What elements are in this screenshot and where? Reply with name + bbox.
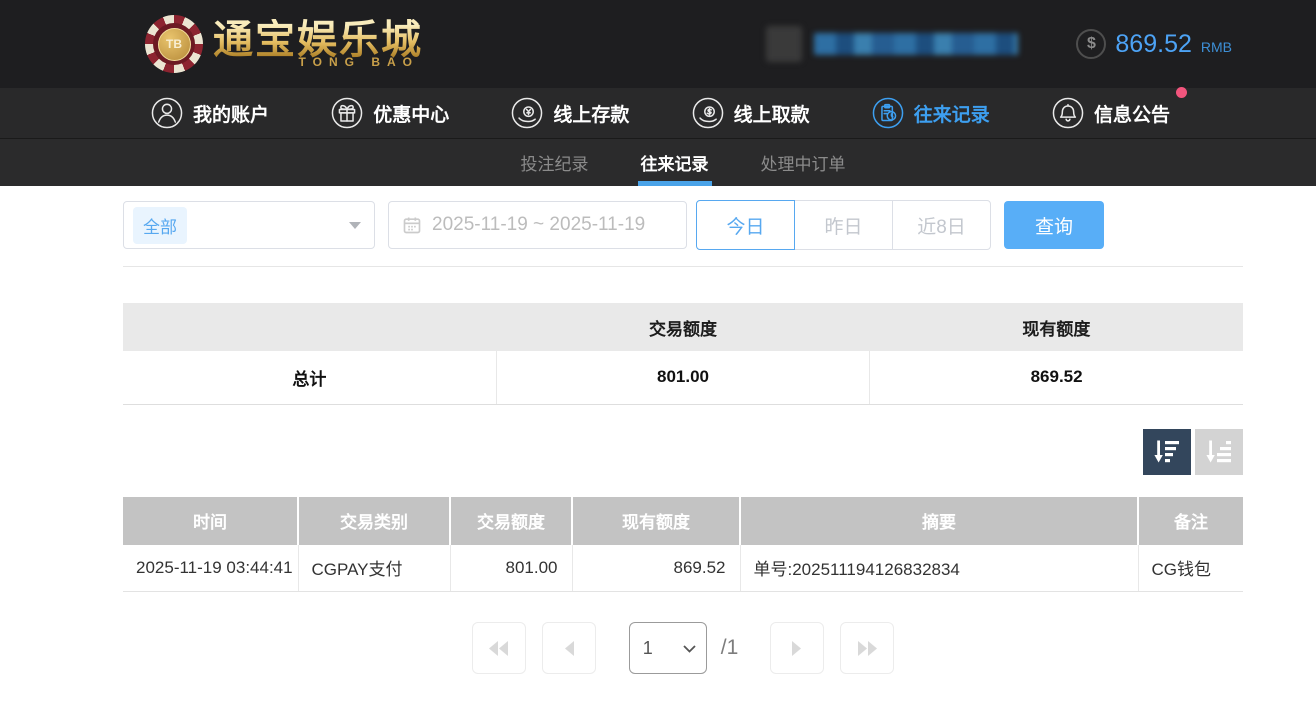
- chip-monogram: TB: [158, 28, 191, 61]
- sort-descending-icon: [1154, 439, 1181, 464]
- summary-current-balance: 869.52: [870, 351, 1243, 404]
- page-select-wrap: 1: [629, 622, 707, 674]
- cell-current-balance: 869.52: [572, 545, 740, 592]
- col-transaction-amount: 交易额度: [450, 497, 572, 545]
- nav-label: 信息公告: [1094, 100, 1170, 127]
- subnav: 投注纪录 往来记录 处理中订单: [0, 138, 1316, 186]
- transaction-type-select[interactable]: 全部: [123, 201, 375, 249]
- sort-ascending-icon: [1206, 439, 1233, 464]
- chevron-right-icon: [791, 641, 803, 656]
- main-nav: 我的账户 优惠中心 线上存款: [0, 88, 1316, 138]
- next-page-button[interactable]: [770, 622, 824, 674]
- nav-item-deposit[interactable]: 线上存款: [510, 96, 629, 130]
- calendar-icon: [402, 215, 422, 235]
- summary-table: 交易额度 现有额度 总计 801.00 869.52: [123, 303, 1243, 405]
- cell-transaction-amount: 801.00: [450, 545, 572, 592]
- top-header: TB 通宝娱乐城 TONG BAO $ 869.52 RMB: [0, 0, 1316, 88]
- chevron-left-icon: [563, 641, 575, 656]
- notification-badge-dot: [1176, 87, 1187, 98]
- dollar-circle-icon: $: [1076, 29, 1106, 59]
- page-total-label: /1: [721, 636, 739, 660]
- user-account-area[interactable]: [766, 26, 1018, 62]
- records-icon: [871, 96, 905, 130]
- col-current-balance: 现有额度: [572, 497, 740, 545]
- wallet-balance[interactable]: $ 869.52 RMB: [1076, 29, 1232, 59]
- logo-text: 通宝娱乐城 TONG BAO: [213, 19, 423, 69]
- sort-descending-button[interactable]: [1143, 429, 1191, 475]
- nav-item-my-account[interactable]: 我的账户: [150, 96, 269, 130]
- filter-row: 全部 2025-11-19 ~ 2025-11-19 今日 昨日 近8日 查询: [123, 200, 1243, 250]
- nav-item-promotions[interactable]: 优惠中心: [330, 96, 449, 130]
- deposit-icon: [510, 96, 544, 130]
- username-redacted: [814, 33, 1018, 55]
- gift-icon: [330, 96, 364, 130]
- previous-page-button[interactable]: [542, 622, 596, 674]
- col-summary: 摘要: [740, 497, 1138, 545]
- search-button[interactable]: 查询: [1004, 201, 1104, 249]
- nav-item-withdraw[interactable]: 线上取款: [691, 96, 810, 130]
- cell-time: 2025-11-19 03:44:41: [123, 545, 298, 592]
- tab-transaction-records[interactable]: 往来记录: [638, 139, 712, 186]
- nav-label: 往来记录: [914, 100, 990, 127]
- col-remark: 备注: [1138, 497, 1243, 545]
- content-area: 全部 2025-11-19 ~ 2025-11-19 今日 昨日 近8日 查询 …: [123, 200, 1243, 674]
- nav-label: 线上存款: [553, 100, 629, 127]
- summary-header-current-balance: 现有额度: [870, 303, 1243, 351]
- sort-controls: [123, 429, 1243, 475]
- date-range-input[interactable]: 2025-11-19 ~ 2025-11-19: [388, 201, 687, 249]
- summary-header-empty: [123, 303, 496, 351]
- poker-chip-logo-icon: TB: [145, 15, 203, 73]
- balance-currency: RMB: [1201, 39, 1232, 55]
- cell-remark: CG钱包: [1138, 545, 1243, 592]
- nav-label: 我的账户: [193, 100, 269, 127]
- balance-amount: 869.52: [1115, 30, 1191, 59]
- table-row: 2025-11-19 03:44:41 CGPAY支付 801.00 869.5…: [123, 545, 1243, 592]
- summary-total-row: 总计 801.00 869.52: [123, 351, 1243, 404]
- date-range-value: 2025-11-19 ~ 2025-11-19: [432, 214, 645, 236]
- bell-icon: [1051, 96, 1085, 130]
- avatar: [766, 26, 802, 62]
- summary-transaction-amount: 801.00: [496, 351, 869, 404]
- user-icon: [150, 96, 184, 130]
- pagination: 1 /1: [123, 622, 1243, 674]
- last-8-days-button[interactable]: 近8日: [892, 200, 991, 250]
- sort-ascending-button[interactable]: [1195, 429, 1243, 475]
- col-transaction-type: 交易类别: [298, 497, 450, 545]
- site-logo[interactable]: TB 通宝娱乐城 TONG BAO: [145, 15, 423, 73]
- records-table: 时间 交易类别 交易额度 现有额度 摘要 备注 2025-11-19 03:44…: [123, 497, 1243, 593]
- today-button[interactable]: 今日: [696, 200, 795, 250]
- withdraw-icon: [691, 96, 725, 130]
- logo-subtitle: TONG BAO: [299, 55, 419, 69]
- yesterday-button[interactable]: 昨日: [794, 200, 893, 250]
- col-time: 时间: [123, 497, 298, 545]
- last-page-button[interactable]: [840, 622, 894, 674]
- summary-header-row: 交易额度 现有额度: [123, 303, 1243, 351]
- summary-total-label: 总计: [123, 351, 496, 404]
- page-select[interactable]: 1: [629, 622, 707, 674]
- quick-date-button-group: 今日 昨日 近8日: [696, 200, 991, 250]
- summary-header-transaction-amount: 交易额度: [496, 303, 869, 351]
- cell-transaction-type: CGPAY支付: [298, 545, 450, 592]
- selected-type-tag: 全部: [133, 207, 187, 244]
- caret-down-icon: [349, 222, 361, 229]
- tab-betting-records[interactable]: 投注纪录: [518, 139, 592, 186]
- nav-label: 线上取款: [734, 100, 810, 127]
- double-chevron-left-icon: [488, 641, 510, 656]
- nav-item-transaction-records[interactable]: 往来记录: [871, 96, 990, 130]
- nav-label: 优惠中心: [373, 100, 449, 127]
- first-page-button[interactable]: [472, 622, 526, 674]
- double-chevron-right-icon: [856, 641, 878, 656]
- nav-item-announcements[interactable]: 信息公告: [1051, 96, 1170, 130]
- section-divider: [123, 266, 1243, 267]
- tab-processing-orders[interactable]: 处理中订单: [758, 139, 849, 186]
- cell-summary: 单号:202511194126832834: [740, 545, 1138, 592]
- header-right: $ 869.52 RMB: [766, 26, 1232, 62]
- records-header-row: 时间 交易类别 交易额度 现有额度 摘要 备注: [123, 497, 1243, 545]
